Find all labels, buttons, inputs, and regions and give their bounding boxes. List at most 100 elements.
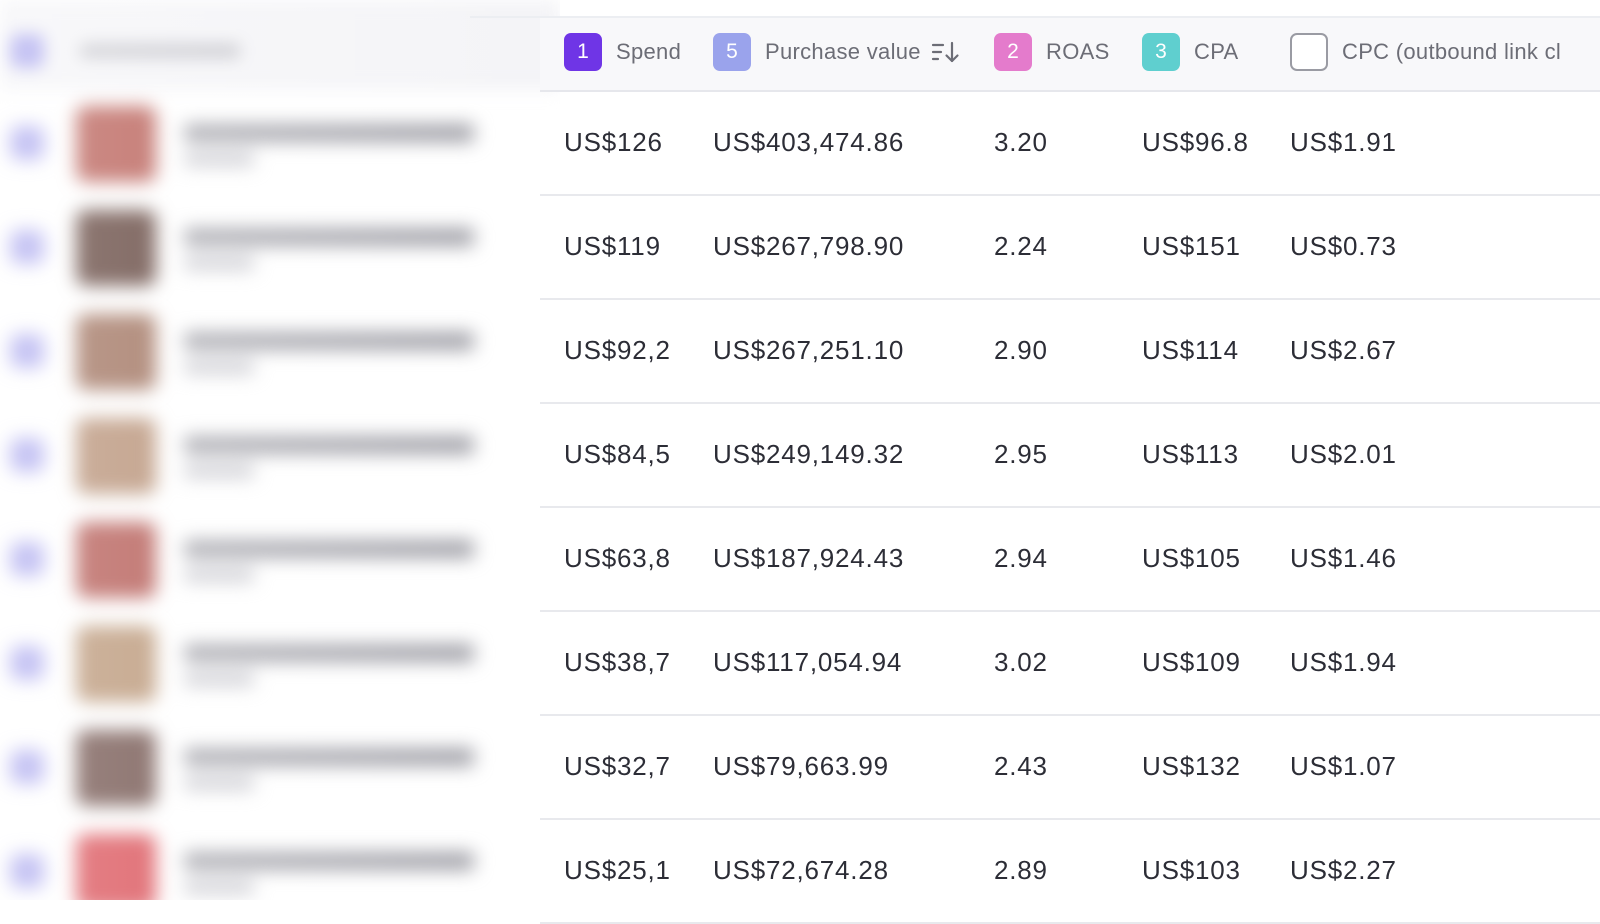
cpa-cell: US$109 [1142, 647, 1241, 677]
creative-header-label-blurred [80, 44, 240, 58]
table-row[interactable]: US$63,8 US$187,924.43 2.94 US$105 US$1.46 [540, 506, 1600, 612]
spend-cell: US$38,7 [564, 647, 671, 677]
select-all-checkbox[interactable] [10, 34, 44, 68]
column-header-cpc[interactable]: CPC (outbound link cl [1290, 32, 1561, 72]
spend-cell: US$119 [564, 231, 661, 261]
creative-thumbnail [76, 730, 156, 806]
table-row[interactable]: US$84,5 US$249,149.32 2.95 US$113 US$2.01 [540, 402, 1600, 508]
purchase-value-cell: US$117,054.94 [713, 647, 903, 677]
cpc-cell: US$2.01 [1290, 439, 1397, 469]
creative-subtitle-blurred [184, 256, 254, 270]
cpc-cell: US$1.94 [1290, 647, 1397, 677]
table-row[interactable]: US$32,7 US$79,663.99 2.43 US$132 US$1.07 [540, 714, 1600, 820]
cpa-cell: US$96.8 [1142, 127, 1249, 157]
creative-row-blurred [0, 402, 560, 508]
table-row[interactable]: US$126 US$403,474.86 3.20 US$96.8 US$1.91 [540, 90, 1600, 196]
column-label: CPC (outbound link cl [1342, 39, 1562, 64]
roas-cell: 3.20 [994, 127, 1048, 157]
metric-select-checkbox[interactable] [1290, 33, 1328, 71]
creative-column-blurred [0, 0, 560, 900]
cpc-cell: US$2.27 [1290, 855, 1397, 885]
table-header: 1 Spend 5 Purchase value 2 ROAS 3 CPA CP… [540, 18, 1600, 92]
roas-cell: 2.89 [994, 855, 1048, 885]
metric-rank-badge: 1 [564, 33, 602, 71]
creative-name-blurred [184, 540, 474, 558]
table-row[interactable]: US$119 US$267,798.90 2.24 US$151 US$0.73 [540, 194, 1600, 300]
creative-subtitle-blurred [184, 568, 254, 582]
creative-row-blurred [0, 818, 560, 900]
creative-name-blurred [184, 124, 474, 142]
creative-name-blurred [184, 644, 474, 662]
row-checkbox[interactable] [10, 750, 44, 784]
row-checkbox[interactable] [10, 438, 44, 472]
creative-name-blurred [184, 852, 474, 870]
creative-row-blurred [0, 506, 560, 612]
column-label: CPA [1194, 39, 1239, 64]
cpa-cell: US$151 [1142, 231, 1241, 261]
cpa-cell: US$103 [1142, 855, 1241, 885]
creative-row-blurred [0, 610, 560, 716]
creative-subtitle-blurred [184, 880, 254, 894]
creative-subtitle-blurred [184, 464, 254, 478]
spend-cell: US$32,7 [564, 751, 671, 781]
creative-header-blurred [0, 0, 560, 90]
row-checkbox[interactable] [10, 126, 44, 160]
creative-subtitle-blurred [184, 152, 254, 166]
cpc-cell: US$1.46 [1290, 543, 1397, 573]
roas-cell: 2.43 [994, 751, 1048, 781]
sort-descending-icon[interactable] [931, 40, 961, 64]
creative-row-blurred [0, 298, 560, 404]
spend-cell: US$92,2 [564, 335, 671, 365]
cpc-cell: US$1.91 [1290, 127, 1397, 157]
cpa-cell: US$114 [1142, 335, 1239, 365]
metric-rank-badge: 5 [713, 33, 751, 71]
column-label: Purchase value [765, 39, 921, 64]
cpc-cell: US$0.73 [1290, 231, 1397, 261]
purchase-value-cell: US$79,663.99 [713, 751, 889, 781]
creative-thumbnail [76, 210, 156, 286]
purchase-value-cell: US$72,674.28 [713, 855, 889, 885]
creative-thumbnail [76, 626, 156, 702]
creative-name-blurred [184, 748, 474, 766]
row-checkbox[interactable] [10, 854, 44, 888]
creative-thumbnail [76, 106, 156, 182]
creative-name-blurred [184, 228, 474, 246]
column-label: Spend [616, 39, 682, 64]
cpa-cell: US$113 [1142, 439, 1239, 469]
creative-thumbnail [76, 834, 156, 900]
table-row[interactable]: US$92,2 US$267,251.10 2.90 US$114 US$2.67 [540, 298, 1600, 404]
creative-name-blurred [184, 436, 474, 454]
roas-cell: 3.02 [994, 647, 1048, 677]
metric-rank-badge: 2 [994, 33, 1032, 71]
creative-thumbnail [76, 522, 156, 598]
creative-thumbnail [76, 418, 156, 494]
creative-name-blurred [184, 332, 474, 350]
spend-cell: US$126 [564, 127, 663, 157]
spend-cell: US$63,8 [564, 543, 671, 573]
row-checkbox[interactable] [10, 646, 44, 680]
roas-cell: 2.95 [994, 439, 1048, 469]
creative-row-blurred [0, 194, 560, 300]
column-header-purchase-value[interactable]: 5 Purchase value [713, 32, 961, 72]
column-header-spend[interactable]: 1 Spend [564, 32, 681, 72]
roas-cell: 2.24 [994, 231, 1048, 261]
purchase-value-cell: US$267,798.90 [713, 231, 905, 261]
row-checkbox[interactable] [10, 230, 44, 264]
purchase-value-cell: US$249,149.32 [713, 439, 905, 469]
purchase-value-cell: US$403,474.86 [713, 127, 905, 157]
creative-row-blurred [0, 714, 560, 820]
creative-subtitle-blurred [184, 776, 254, 790]
cpa-cell: US$105 [1142, 543, 1241, 573]
table-row[interactable]: US$38,7 US$117,054.94 3.02 US$109 US$1.94 [540, 610, 1600, 716]
spend-cell: US$25,1 [564, 855, 671, 885]
row-checkbox[interactable] [10, 542, 44, 576]
roas-cell: 2.94 [994, 543, 1048, 573]
row-checkbox[interactable] [10, 334, 44, 368]
creative-row-blurred [0, 90, 560, 196]
cpc-cell: US$2.67 [1290, 335, 1397, 365]
spend-cell: US$84,5 [564, 439, 671, 469]
cpc-cell: US$1.07 [1290, 751, 1397, 781]
table-row[interactable]: US$25,1 US$72,674.28 2.89 US$103 US$2.27 [540, 818, 1600, 924]
column-header-roas[interactable]: 2 ROAS [994, 32, 1110, 72]
column-header-cpa[interactable]: 3 CPA [1142, 32, 1239, 72]
